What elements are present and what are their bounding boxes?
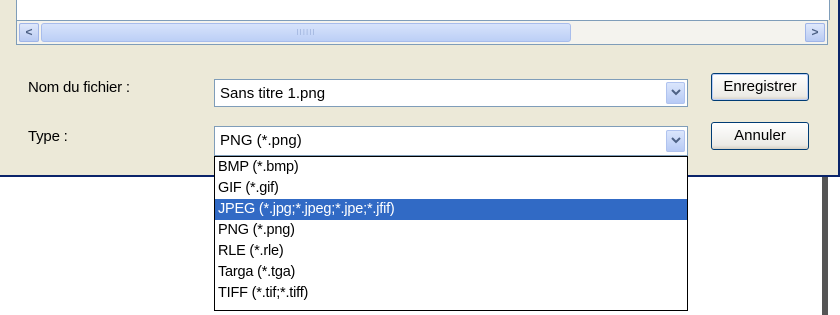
type-option[interactable]: RLE (*.rle) (215, 241, 687, 262)
type-option-selected[interactable]: JPEG (*.jpg;*.jpeg;*.jpe;*.jfif) (215, 199, 687, 220)
scroll-right-button[interactable]: > (805, 23, 825, 42)
filename-dropdown-button[interactable] (666, 82, 685, 104)
save-button[interactable]: Enregistrer (711, 73, 809, 101)
type-value: PNG (*.png) (220, 132, 302, 149)
type-option[interactable]: TIFF (*.tif;*.tiff) (215, 283, 687, 304)
scroll-left-button[interactable]: < (19, 23, 39, 42)
scroll-thumb[interactable]: IIIIII (41, 23, 571, 42)
type-option[interactable]: BMP (*.bmp) (215, 157, 687, 178)
type-option[interactable]: GIF (*.gif) (215, 178, 687, 199)
type-label: Type : (28, 128, 68, 145)
file-list[interactable] (16, 0, 830, 20)
horizontal-scrollbar[interactable]: < IIIIII > (16, 20, 828, 45)
type-dropdown-list[interactable]: BMP (*.bmp) GIF (*.gif) JPEG (*.jpg;*.jp… (214, 156, 688, 311)
type-option[interactable]: PNG (*.png) (215, 220, 687, 241)
cancel-button[interactable]: Annuler (711, 122, 809, 150)
filename-input[interactable]: Sans titre 1.png (220, 85, 325, 102)
chevron-left-icon: < (25, 25, 33, 39)
chevron-down-icon (671, 89, 681, 96)
chevron-down-icon (671, 137, 681, 144)
type-option[interactable]: Targa (*.tga) (215, 262, 687, 283)
type-combobox[interactable]: PNG (*.png) (214, 126, 688, 156)
chevron-right-icon: > (811, 25, 819, 39)
type-dropdown-button[interactable] (666, 130, 685, 152)
window-shadow (822, 177, 828, 315)
filename-combobox[interactable]: Sans titre 1.png (214, 79, 688, 107)
filename-label: Nom du fichier : (28, 79, 130, 96)
grip-icon: IIIIII (296, 28, 316, 37)
save-dialog: < IIIIII > Nom du fichier : Sans titre 1… (0, 0, 840, 177)
